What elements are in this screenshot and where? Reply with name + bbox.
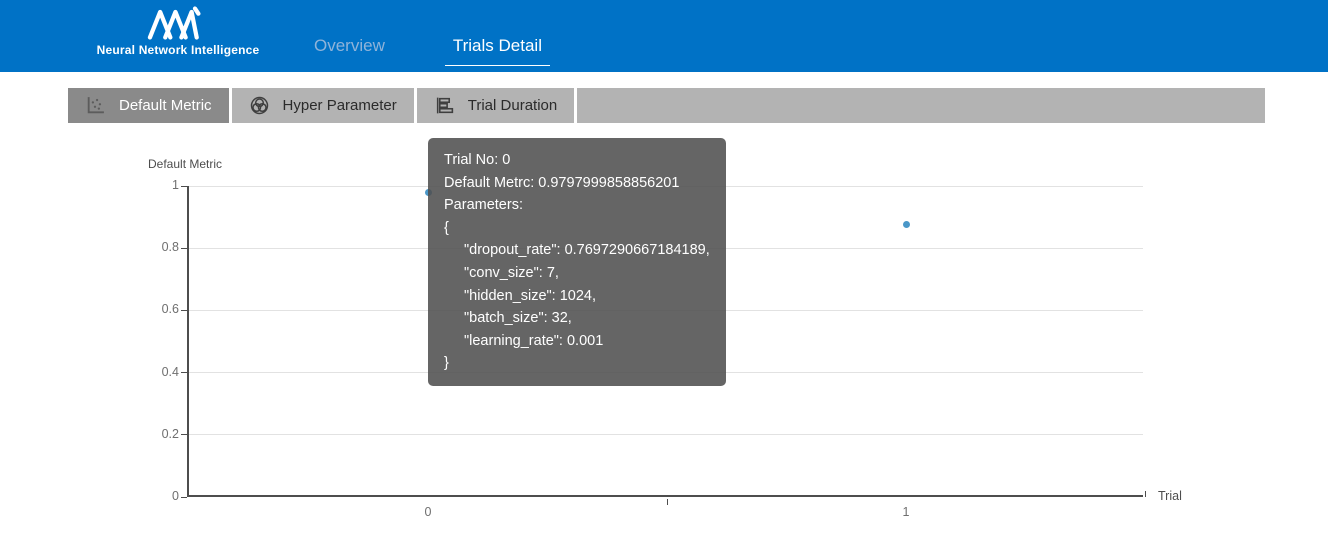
logo-title: Neural Network Intelligence — [97, 43, 260, 57]
nav-tab-overview[interactable]: Overview — [306, 36, 393, 65]
tabbar-filler — [577, 88, 1265, 123]
tooltip-line: "hidden_size": 1024, — [444, 285, 710, 308]
tooltip-line: Trial No: 0 — [444, 149, 710, 172]
tab-hyper-parameter[interactable]: Hyper Parameter — [232, 88, 414, 123]
y-axis-tick-label: 0.2 — [119, 427, 179, 441]
nav-tab-trials-detail[interactable]: Trials Detail — [445, 36, 550, 66]
top-nav: Overview Trials Detail — [306, 36, 550, 66]
trial-data-point[interactable] — [903, 221, 910, 228]
tab-label: Default Metric — [119, 97, 212, 114]
chart-tabbar: Default Metric Hyper Parameter Trial Dur… — [68, 88, 1265, 123]
tooltip-line: "batch_size": 32, — [444, 307, 710, 330]
y-axis-tick-label: 0 — [119, 489, 179, 503]
tab-label: Trial Duration — [468, 97, 557, 114]
horizontal-bars-icon — [434, 95, 455, 116]
tooltip-line: Default Metrc: 0.9797999858856201 — [444, 172, 710, 195]
app-header: Neural Network Intelligence Overview Tri… — [0, 0, 1328, 72]
nni-logo-icon — [141, 6, 215, 40]
tab-default-metric[interactable]: Default Metric — [68, 88, 229, 123]
tooltip-line: Parameters: — [444, 194, 710, 217]
tooltip-line: "learning_rate": 0.001 — [444, 330, 710, 353]
tooltip-line: "conv_size": 7, — [444, 262, 710, 285]
x-axis-tick-label: 1 — [876, 505, 936, 519]
x-axis-tick — [667, 499, 668, 505]
tooltip-line: "dropout_rate": 0.7697290667184189, — [444, 239, 710, 262]
y-axis-tick-label: 0.8 — [119, 240, 179, 254]
tab-label: Hyper Parameter — [283, 97, 397, 114]
y-axis-tick — [181, 497, 187, 498]
x-axis-tick — [1145, 491, 1146, 497]
hyper-parameter-circles-icon — [249, 95, 270, 116]
y-axis-title: Default Metric — [148, 157, 222, 171]
y-axis-tick-label: 0.4 — [119, 365, 179, 379]
trial-tooltip: Trial No: 0Default Metrc: 0.979799985885… — [428, 138, 726, 386]
y-axis-tick — [181, 372, 187, 373]
y-axis-tick — [181, 186, 187, 187]
y-axis-tick — [181, 434, 187, 435]
scatter-chart-icon — [85, 95, 106, 116]
y-gridline — [189, 434, 1143, 435]
nni-trials-detail-page: Neural Network Intelligence Overview Tri… — [0, 0, 1328, 549]
nni-logo[interactable]: Neural Network Intelligence — [88, 6, 268, 57]
tooltip-line: { — [444, 217, 710, 240]
tab-trial-duration[interactable]: Trial Duration — [417, 88, 574, 123]
x-axis-tick-label: 0 — [398, 505, 458, 519]
y-axis-tick-label: 1 — [119, 178, 179, 192]
y-axis-tick — [181, 248, 187, 249]
x-axis-title: Trial — [1158, 489, 1182, 503]
y-axis-tick-label: 0.6 — [119, 302, 179, 316]
tooltip-line: } — [444, 352, 710, 375]
y-axis-tick — [181, 310, 187, 311]
